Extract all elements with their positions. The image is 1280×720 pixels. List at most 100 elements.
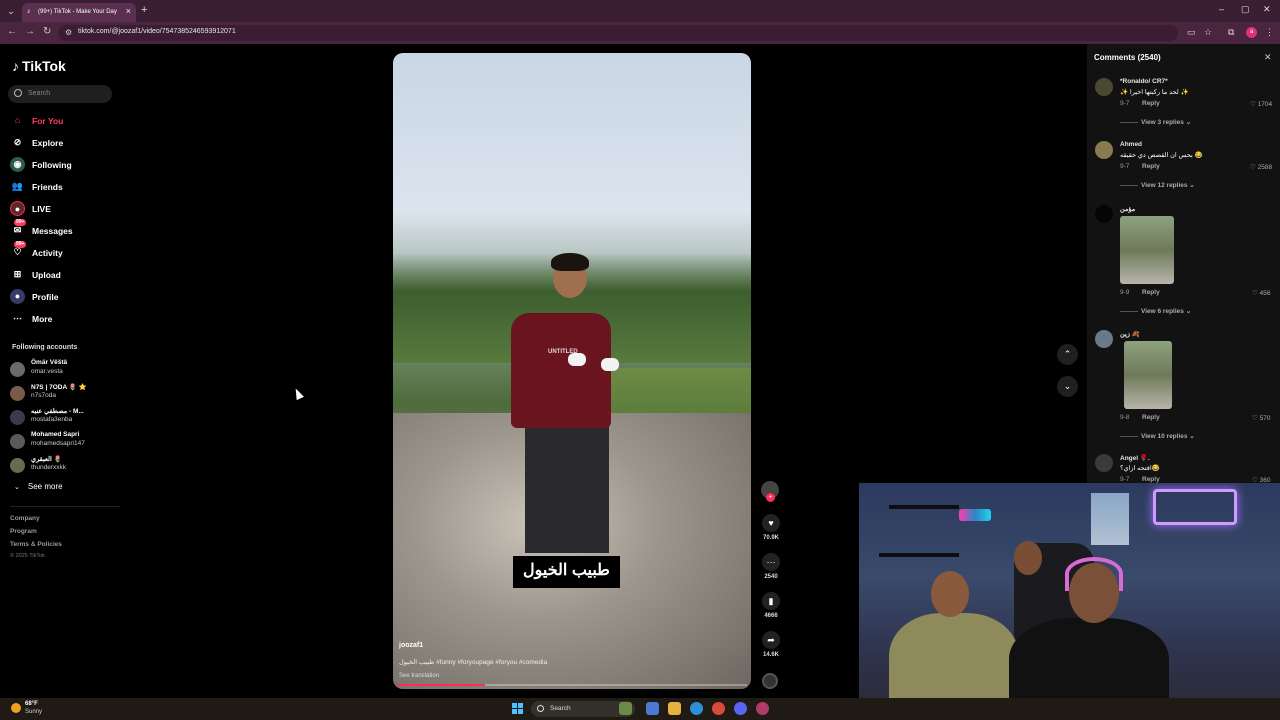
comment-username[interactable]: مؤمن xyxy=(1120,205,1135,213)
comments-title: Comments (2540) xyxy=(1094,53,1161,62)
person-left-head xyxy=(931,571,969,617)
browser-tab[interactable]: ♪ (99+) TikTok - Make Your Day × xyxy=(22,3,136,22)
comment-count: 2540 xyxy=(764,574,778,580)
close-icon[interactable]: ✕ xyxy=(1264,52,1272,63)
copilot-icon[interactable] xyxy=(646,702,659,715)
widget-icon[interactable] xyxy=(619,702,632,715)
cast-icon[interactable]: ▭ xyxy=(1187,27,1196,38)
reply-button[interactable]: Reply xyxy=(1142,289,1160,296)
sun-icon[interactable] xyxy=(11,703,21,713)
view-replies-button[interactable]: View 12 replies ⌄ xyxy=(1120,181,1195,189)
reply-button[interactable]: Reply xyxy=(1142,100,1160,107)
video-progress-bar[interactable] xyxy=(397,684,747,686)
comment-date: 9-7 xyxy=(1120,163,1130,170)
avatar[interactable] xyxy=(1095,330,1113,348)
previous-video-button[interactable]: ⌃ xyxy=(1057,344,1078,365)
tab-title: (99+) TikTok - Make Your Day xyxy=(38,9,117,15)
footer-link-program[interactable]: Program xyxy=(10,528,37,535)
minimize-icon[interactable]: – xyxy=(1219,4,1224,14)
bookmark-star-icon[interactable]: ☆ xyxy=(1204,27,1212,38)
maximize-icon[interactable]: ▢ xyxy=(1241,4,1250,15)
comment-date: 9-7 xyxy=(1120,476,1130,483)
music-disc-icon[interactable] xyxy=(762,673,778,689)
video-progress-fill xyxy=(397,684,485,686)
comment-username[interactable]: زين 🍂 xyxy=(1120,330,1140,338)
edge-icon[interactable] xyxy=(690,702,703,715)
chrome-menu-icon[interactable]: ⋮ xyxy=(1265,27,1274,38)
avatar[interactable] xyxy=(1095,141,1113,159)
profile-icon: ● xyxy=(10,289,25,304)
following-icon: ◉ xyxy=(10,157,25,172)
live-icon: ● xyxy=(10,201,25,216)
video-caption: طبيب الخيول xyxy=(513,556,620,588)
comment-image[interactable] xyxy=(1120,216,1174,284)
discord-icon[interactable] xyxy=(734,702,747,715)
reply-button[interactable]: Reply xyxy=(1142,163,1160,170)
activity-badge: 99+ xyxy=(14,241,27,248)
glove-right xyxy=(601,358,619,371)
file-explorer-icon[interactable] xyxy=(668,702,681,715)
see-more-button[interactable]: ⌄ See more xyxy=(14,482,63,491)
video-description: طبيب الخيول #funny #foryoupage #foryou #… xyxy=(399,659,548,666)
person-back-head xyxy=(1014,541,1042,575)
comment-date: 9-9 xyxy=(1120,289,1130,296)
more-icon: ⋯ xyxy=(13,313,22,323)
next-video-button[interactable]: ⌄ xyxy=(1057,376,1078,397)
window-close-icon[interactable]: ✕ xyxy=(1263,4,1271,15)
video-person-hair xyxy=(551,253,589,271)
video-username[interactable]: joozaf1 xyxy=(399,642,423,649)
comment-button[interactable]: ⋯ 2540 xyxy=(758,553,784,580)
tab-search-menu-icon[interactable]: ⌄ xyxy=(4,4,18,18)
new-tab-icon[interactable]: + xyxy=(141,4,147,16)
comment-text: ✨ لحد ما ركبتها اخيرا ✨ xyxy=(1120,89,1189,96)
windows-start-icon[interactable] xyxy=(512,703,524,715)
browser-tab-bar: ⌄ ♪ (99+) TikTok - Make Your Day × + – ▢… xyxy=(0,0,1280,22)
follow-plus-icon[interactable]: + xyxy=(766,493,775,502)
chrome-icon[interactable] xyxy=(712,702,725,715)
search-input[interactable]: Search xyxy=(8,85,112,103)
address-bar[interactable]: ⚙ tiktok.com/@joozaf1/video/754738524659… xyxy=(58,25,1178,41)
avatar[interactable] xyxy=(1095,454,1113,472)
avatar xyxy=(10,434,25,449)
view-replies-button[interactable]: View 6 replies ⌄ xyxy=(1120,307,1191,315)
comment-like-button[interactable]: ♡ 1704 xyxy=(1250,100,1272,108)
site-info-icon[interactable]: ⚙ xyxy=(65,28,72,37)
view-replies-button[interactable]: View 10 replies ⌄ xyxy=(1120,432,1195,440)
comment-username[interactable]: *Ronaldo/ CR7* xyxy=(1120,78,1168,85)
comment-like-button[interactable]: ♡ 570 xyxy=(1252,414,1271,422)
view-replies-button[interactable]: View 3 replies ⌄ xyxy=(1120,118,1191,126)
back-icon[interactable]: ← xyxy=(7,26,17,37)
video-player[interactable]: UNTITLED طبيب الخيول joozaf1 طبيب الخيول… xyxy=(393,53,751,689)
comment-image[interactable] xyxy=(1124,341,1172,409)
chevron-down-icon: ⌄ xyxy=(14,484,20,491)
save-button[interactable]: ▮ 4666 xyxy=(758,592,784,619)
search-placeholder: Search xyxy=(28,90,51,97)
wall-poster xyxy=(1091,493,1129,545)
comment-icon: ⋯ xyxy=(762,553,780,571)
comments-panel: Comments (2540) ✕ *Ronaldo/ CR7* ✨ لحد م… xyxy=(1087,44,1280,484)
tiktok-logo[interactable]: ♪ TikTok xyxy=(12,58,66,74)
like-button[interactable]: ♥ 70.9K xyxy=(758,514,784,541)
avatar[interactable] xyxy=(1095,78,1113,96)
reload-icon[interactable]: ↻ xyxy=(43,26,51,37)
extensions-icon[interactable]: ⧉ xyxy=(1228,27,1234,38)
forward-icon[interactable]: → xyxy=(25,26,35,37)
comment-like-button[interactable]: ♡ 456 xyxy=(1252,289,1271,297)
comment-username[interactable]: Ahmed xyxy=(1120,141,1142,148)
see-translation-link[interactable]: See translation xyxy=(399,673,439,679)
heart-icon: ♥ xyxy=(762,514,780,532)
reply-button[interactable]: Reply xyxy=(1142,476,1160,483)
url-text: tiktok.com/@joozaf1/video/75473852465939… xyxy=(78,28,236,35)
comment-like-button[interactable]: ♡ 2588 xyxy=(1250,163,1272,171)
avatar xyxy=(10,458,25,473)
app-icon[interactable] xyxy=(756,702,769,715)
reply-button[interactable]: Reply xyxy=(1142,414,1160,421)
rgb-light xyxy=(959,509,991,521)
footer-link-terms[interactable]: Terms & Policies xyxy=(10,541,62,548)
comment-username[interactable]: Angel 🌹. xyxy=(1120,454,1150,462)
tab-close-icon[interactable]: × xyxy=(126,6,131,16)
share-button[interactable]: ➦ 14.6K xyxy=(758,631,784,658)
browser-profile-avatar[interactable]: a xyxy=(1246,27,1257,38)
footer-link-company[interactable]: Company xyxy=(10,515,40,522)
avatar[interactable] xyxy=(1095,205,1113,223)
